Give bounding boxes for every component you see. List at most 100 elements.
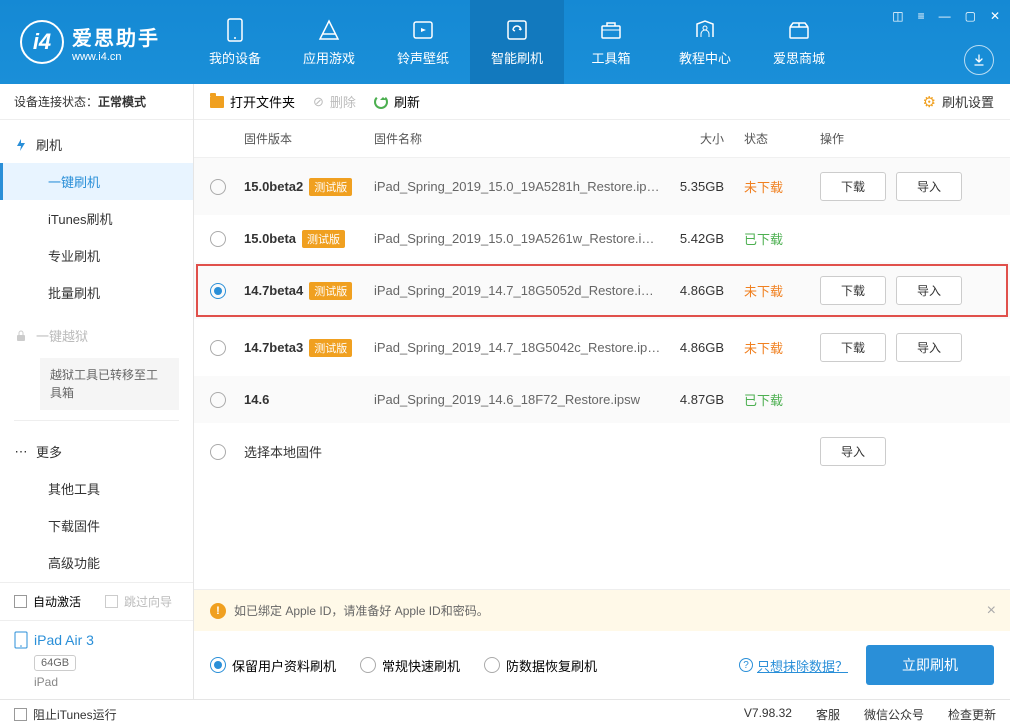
firmware-name: iPad_Spring_2019_14.6_18F72_Restore.ipsw — [374, 392, 664, 407]
close-icon[interactable]: ✕ — [990, 9, 1000, 23]
info-bar: ! 如已绑定 Apple ID，请准备好 Apple ID和密码。 × — [194, 590, 1010, 631]
erase-data-link[interactable]: 只想抹除数据？ — [757, 656, 848, 675]
toolbar-label: 打开文件夹 — [230, 92, 295, 111]
nav-item-4[interactable]: 工具箱 — [564, 0, 658, 84]
nav-icon — [693, 18, 717, 42]
table-row[interactable]: 15.0beta2测试版iPad_Spring_2019_15.0_19A528… — [194, 158, 1010, 215]
logo-icon: i4 — [20, 20, 64, 64]
nav-item-2[interactable]: 铃声壁纸 — [376, 0, 470, 84]
firmware-size: 4.86GB — [664, 283, 744, 298]
beta-badge: 测试版 — [302, 230, 345, 248]
sidebar-head-label: 一键越狱 — [36, 326, 88, 345]
firmware-size: 4.87GB — [664, 392, 744, 407]
import-button[interactable]: 导入 — [820, 437, 886, 466]
skip-guide-label: 跳过向导 — [124, 593, 172, 610]
menu-icon[interactable]: ≡ — [918, 9, 925, 23]
toolbar: 打开文件夹 ⊘ 删除 刷新 ⚙ 刷机设置 — [194, 84, 1010, 120]
window-controls: ◫ ≡ — ▢ ✕ — [892, 9, 1000, 23]
divider — [14, 420, 179, 421]
sidebar-item[interactable]: 专业刷机 — [0, 237, 193, 274]
sidebar-item[interactable]: 其他工具 — [0, 470, 193, 507]
nav-item-5[interactable]: 教程中心 — [658, 0, 752, 84]
sidebar-head-flash[interactable]: 刷机 — [0, 126, 193, 163]
table-row[interactable]: 14.7beta3测试版iPad_Spring_2019_14.7_18G504… — [194, 319, 1010, 376]
nav-item-0[interactable]: 我的设备 — [188, 0, 282, 84]
nav-icon — [223, 18, 247, 42]
flash-now-button[interactable]: 立即刷机 — [866, 645, 994, 685]
row-radio[interactable] — [210, 231, 226, 247]
import-button[interactable]: 导入 — [896, 276, 962, 305]
block-itunes-checkbox[interactable] — [14, 708, 27, 721]
status-downloaded: 已下载 — [744, 393, 783, 408]
table-row[interactable]: 15.0beta测试版iPad_Spring_2019_15.0_19A5261… — [194, 215, 1010, 262]
connection-status: 设备连接状态： 正常模式 — [0, 84, 193, 120]
firmware-version: 14.7beta3 — [244, 340, 303, 355]
mode-radio[interactable] — [484, 657, 500, 673]
check-update-link[interactable]: 检查更新 — [948, 706, 996, 723]
row-radio[interactable] — [210, 340, 226, 356]
auto-activate-checkbox[interactable] — [14, 595, 27, 608]
row-radio[interactable] — [210, 283, 226, 299]
row-radio[interactable] — [210, 392, 226, 408]
flash-mode-option[interactable]: 防数据恢复刷机 — [484, 656, 597, 675]
nav-item-6[interactable]: 爱思商城 — [752, 0, 846, 84]
flash-settings-button[interactable]: ⚙ 刷机设置 — [923, 92, 994, 111]
mode-radio[interactable] — [210, 657, 226, 673]
table-row[interactable]: 14.7beta4测试版iPad_Spring_2019_14.7_18G505… — [194, 262, 1010, 319]
table-row[interactable]: 14.6iPad_Spring_2019_14.6_18F72_Restore.… — [194, 376, 1010, 423]
import-button[interactable]: 导入 — [896, 333, 962, 362]
download-button[interactable]: 下载 — [820, 172, 886, 201]
minimize-icon[interactable]: — — [939, 9, 951, 23]
sidebar-item[interactable]: iTunes刷机 — [0, 200, 193, 237]
jailbreak-notice: 越狱工具已转移至工具箱 — [40, 358, 179, 410]
wechat-link[interactable]: 微信公众号 — [864, 706, 924, 723]
device-card[interactable]: iPad Air 3 64GB iPad — [0, 620, 193, 699]
firmware-name: iPad_Spring_2019_15.0_19A5261w_Restore.i… — [374, 231, 664, 246]
refresh-button[interactable]: 刷新 — [374, 92, 420, 111]
sidebar-item[interactable]: 批量刷机 — [0, 274, 193, 311]
nav-item-1[interactable]: 应用游戏 — [282, 0, 376, 84]
col-version: 固件版本 — [244, 130, 374, 147]
mode-radio[interactable] — [360, 657, 376, 673]
import-button[interactable]: 导入 — [896, 172, 962, 201]
service-link[interactable]: 客服 — [816, 706, 840, 723]
nav-label: 智能刷机 — [491, 48, 543, 67]
table-row-local[interactable]: 选择本地固件导入 — [194, 423, 1010, 480]
device-storage: 64GB — [34, 655, 76, 671]
row-radio[interactable] — [210, 179, 226, 195]
row-radio[interactable] — [210, 444, 226, 460]
help-icon[interactable]: ? — [739, 658, 753, 672]
sidebar-head-jailbreak: 一键越狱 — [0, 317, 193, 354]
titlebar: i4 爱思助手 www.i4.cn 我的设备 应用游戏铃声壁纸 智能刷机 工具箱 教程中… — [0, 0, 1010, 84]
maximize-icon[interactable]: ▢ — [965, 9, 976, 23]
tshirt-icon[interactable]: ◫ — [892, 9, 903, 23]
nav-icon — [599, 18, 623, 42]
nav-label: 我的设备 — [209, 48, 261, 67]
sidebar-item[interactable]: 下载固件 — [0, 507, 193, 544]
nav-label: 铃声壁纸 — [397, 48, 449, 67]
sidebar-head-more[interactable]: ⋯ 更多 — [0, 433, 193, 470]
brand-logo[interactable]: i4 爱思助手 www.i4.cn — [20, 20, 160, 64]
auto-activate-row: 自动激活 跳过向导 — [0, 583, 193, 620]
sidebar: 设备连接状态： 正常模式 刷机 一键刷机iTunes刷机专业刷机批量刷机 一键越… — [0, 84, 194, 699]
col-ops: 操作 — [820, 130, 994, 147]
firmware-name: iPad_Spring_2019_14.7_18G5042c_Restore.i… — [374, 340, 664, 355]
skip-guide-checkbox[interactable] — [105, 595, 118, 608]
nav-label: 工具箱 — [591, 48, 630, 67]
sidebar-item[interactable]: 一键刷机 — [0, 163, 193, 200]
download-indicator-icon[interactable] — [964, 45, 994, 75]
close-info-button[interactable]: × — [987, 602, 996, 620]
flash-icon — [14, 138, 28, 152]
firmware-name: iPad_Spring_2019_15.0_19A5281h_Restore.i… — [374, 179, 664, 194]
status-downloaded: 已下载 — [744, 232, 783, 247]
download-button[interactable]: 下载 — [820, 333, 886, 362]
gear-icon: ⚙ — [923, 93, 936, 111]
nav-item-3[interactable]: 智能刷机 — [470, 0, 564, 84]
nav-label: 教程中心 — [679, 48, 731, 67]
main-panel: 打开文件夹 ⊘ 删除 刷新 ⚙ 刷机设置 固件版本 固件名称 大小 状态 操作 … — [194, 84, 1010, 699]
sidebar-item[interactable]: 高级功能 — [0, 544, 193, 581]
open-folder-button[interactable]: 打开文件夹 — [210, 92, 295, 111]
flash-mode-option[interactable]: 保留用户资料刷机 — [210, 656, 336, 675]
flash-mode-option[interactable]: 常规快速刷机 — [360, 656, 460, 675]
download-button[interactable]: 下载 — [820, 276, 886, 305]
